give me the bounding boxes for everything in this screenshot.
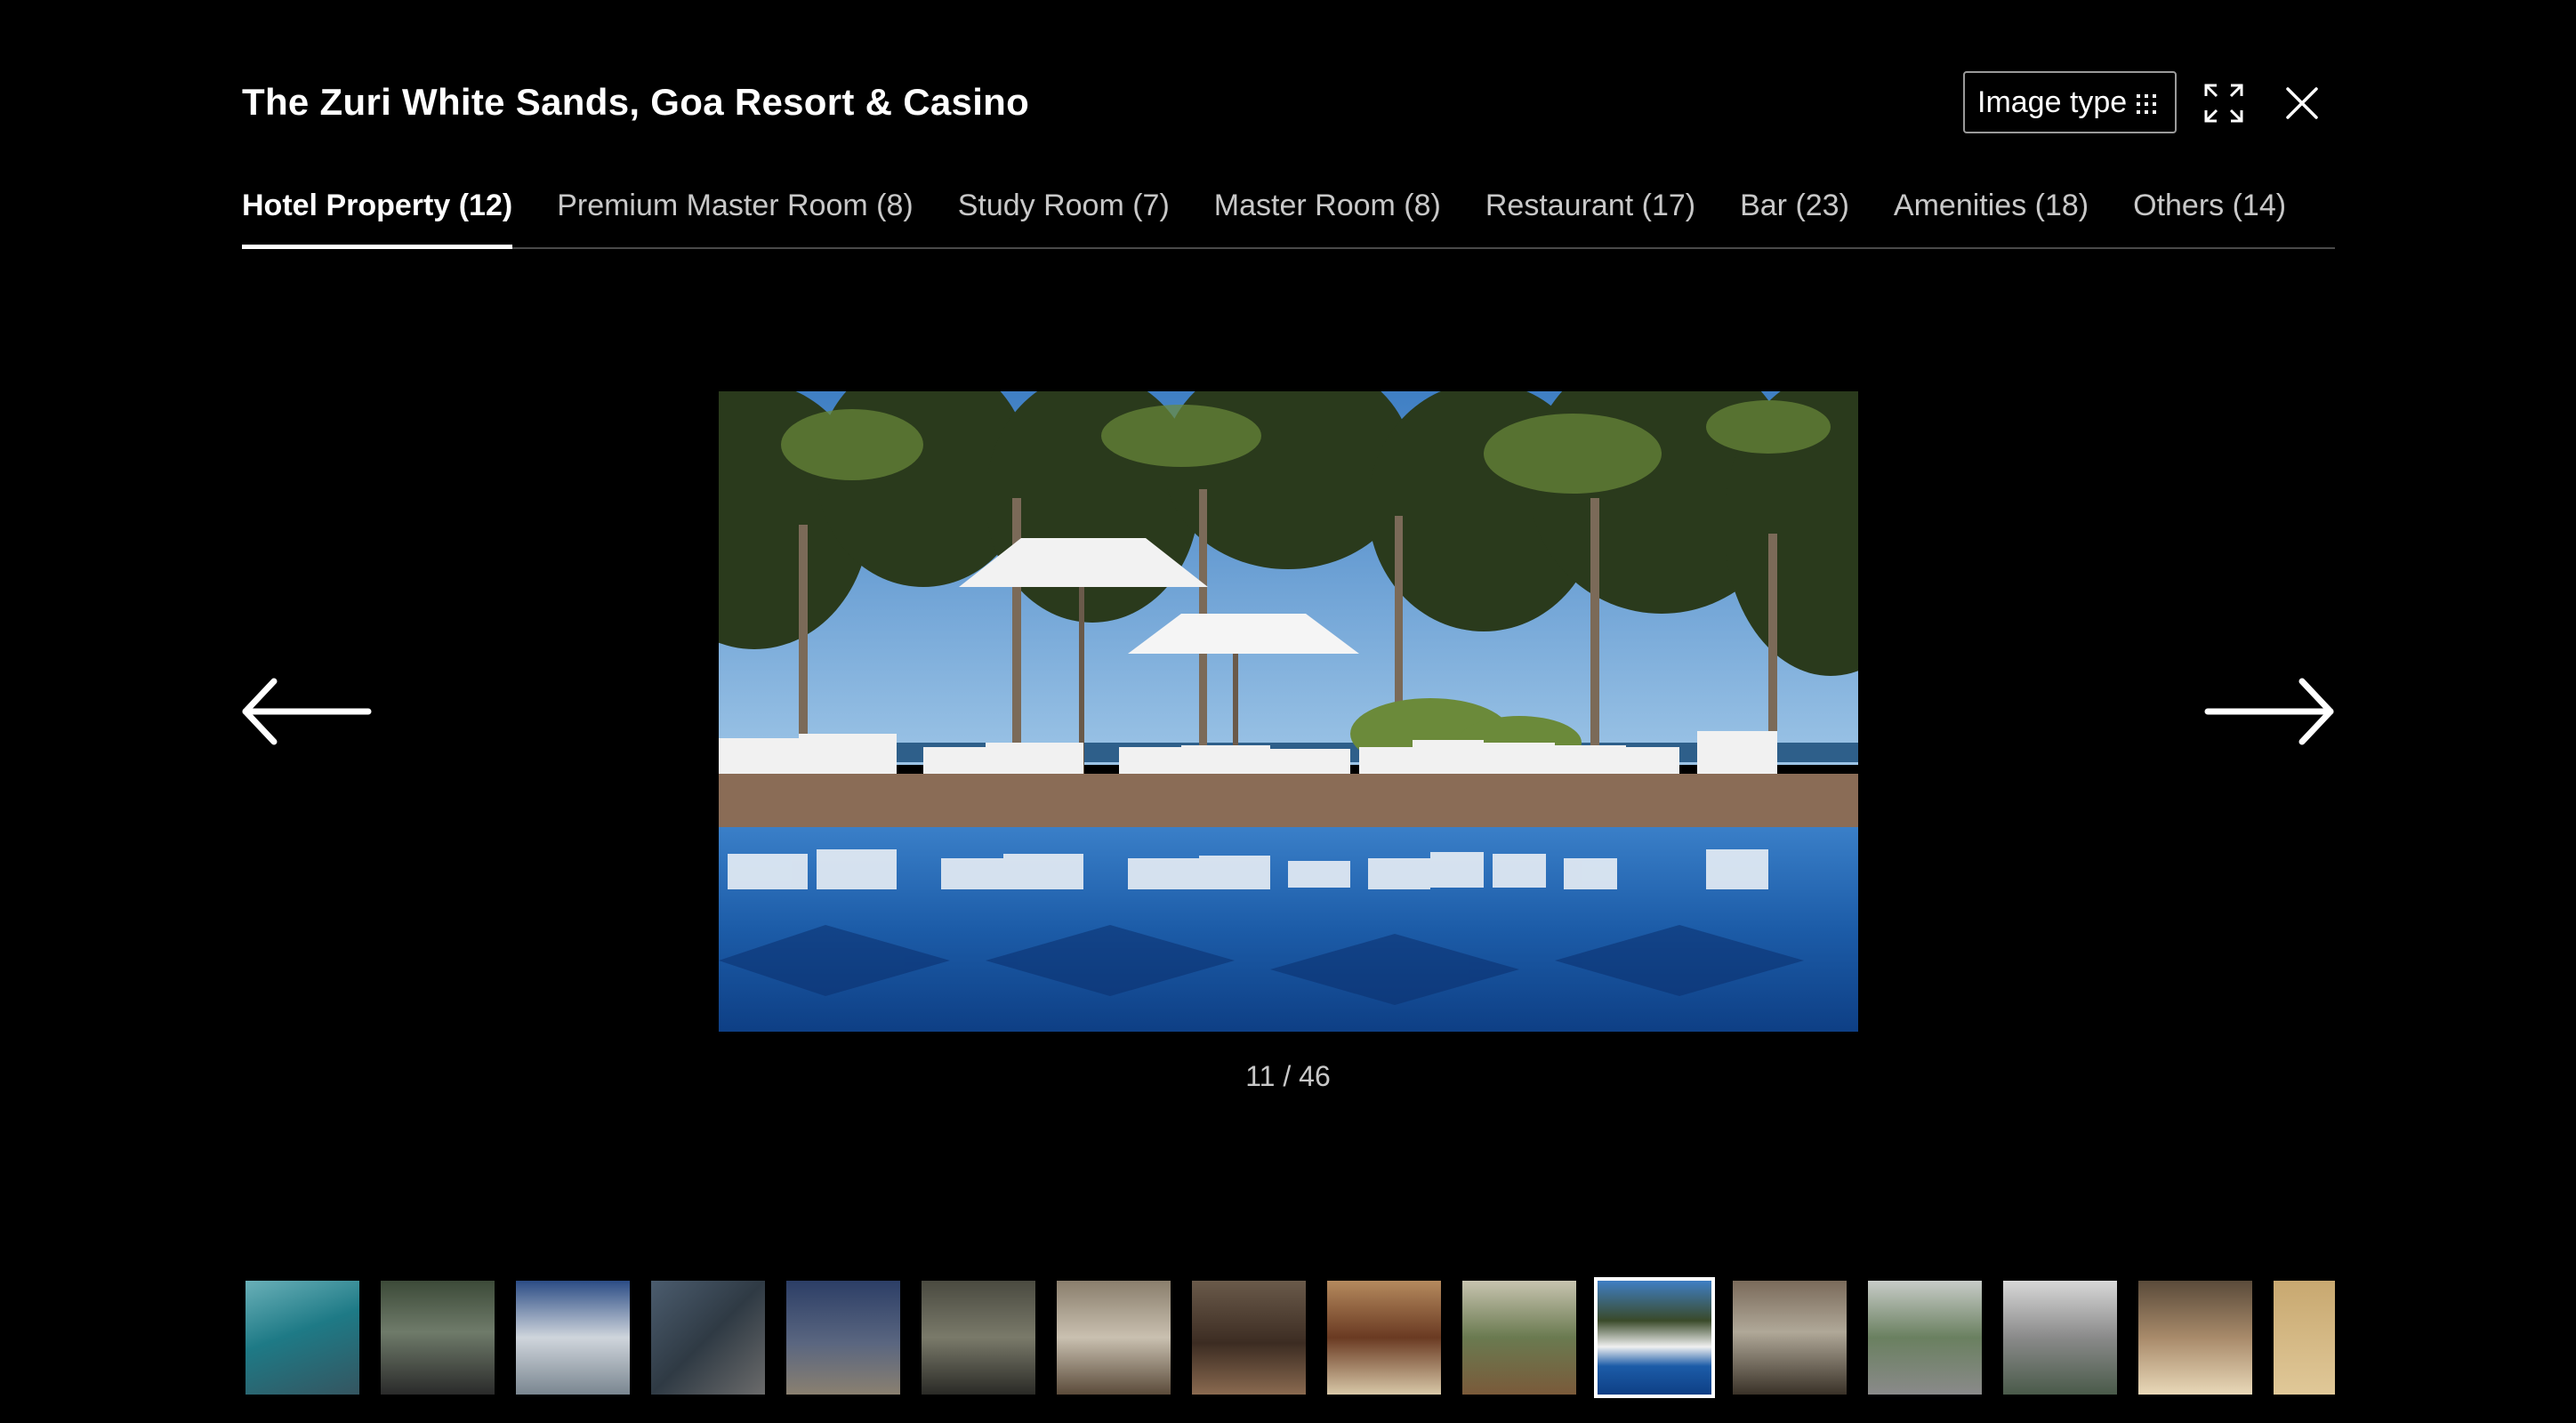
tab-bar[interactable]: Bar (23)	[1740, 178, 1849, 247]
image-type-button[interactable]: Image type	[1963, 71, 2177, 133]
tab-amenities[interactable]: Amenities (18)	[1894, 178, 2089, 247]
thumbnail-10[interactable]	[1462, 1281, 1576, 1395]
tab-hotel-property[interactable]: Hotel Property (12)	[242, 178, 513, 249]
expand-icon[interactable]	[2204, 84, 2243, 123]
gallery-title: The Zuri White Sands, Goa Resort & Casin…	[242, 81, 1030, 123]
image-category-tabs: Hotel Property (12) Premium Master Room …	[242, 178, 2335, 249]
arrow-left-icon[interactable]	[240, 676, 372, 747]
image-counter: 11 / 46	[1245, 1060, 1331, 1092]
arrow-right-icon[interactable]	[2204, 676, 2336, 747]
thumbnail-16[interactable]	[2274, 1281, 2335, 1395]
close-icon[interactable]	[2282, 84, 2322, 123]
image-type-label: Image type	[1977, 84, 2128, 119]
thumbnail-4[interactable]	[651, 1281, 765, 1395]
thumbnail-1[interactable]	[246, 1281, 359, 1395]
thumbnail-12[interactable]	[1733, 1281, 1847, 1395]
thumbnail-15[interactable]	[2138, 1281, 2252, 1395]
thumbnail-3[interactable]	[516, 1281, 630, 1395]
thumbnail-6[interactable]	[922, 1281, 1035, 1395]
tab-master-room[interactable]: Master Room (8)	[1214, 178, 1441, 247]
main-gallery-image	[719, 391, 1858, 1032]
tab-restaurant[interactable]: Restaurant (17)	[1485, 178, 1695, 247]
thumbnail-8[interactable]	[1192, 1281, 1306, 1395]
tab-others[interactable]: Others (14)	[2133, 178, 2286, 247]
grid-icon	[2137, 94, 2156, 114]
thumbnail-strip	[242, 1277, 2335, 1398]
thumbnail-11-selected[interactable]	[1594, 1277, 1715, 1398]
thumbnail-13[interactable]	[1868, 1281, 1982, 1395]
thumbnail-5[interactable]	[786, 1281, 900, 1395]
tab-premium-master-room[interactable]: Premium Master Room (8)	[557, 178, 914, 247]
tab-study-room[interactable]: Study Room (7)	[958, 178, 1170, 247]
thumbnail-14[interactable]	[2003, 1281, 2117, 1395]
thumbnail-2[interactable]	[381, 1281, 495, 1395]
thumbnail-7[interactable]	[1057, 1281, 1171, 1395]
thumbnail-9[interactable]	[1327, 1281, 1441, 1395]
